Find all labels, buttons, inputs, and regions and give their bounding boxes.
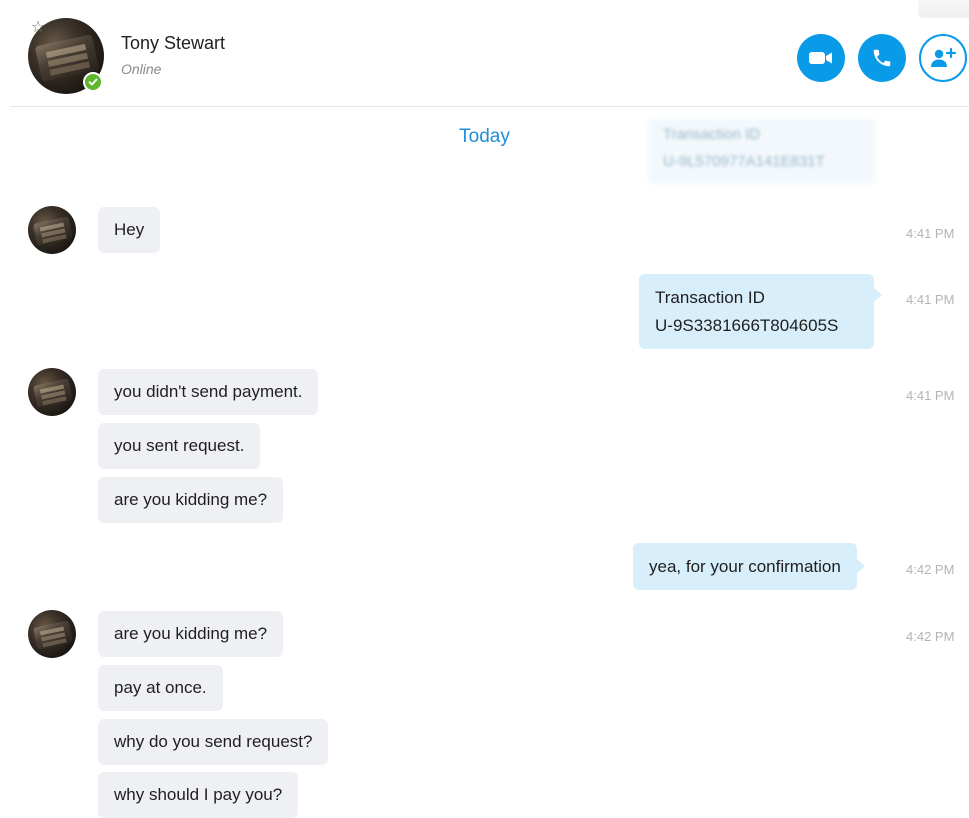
sender-avatar[interactable] [28, 610, 76, 658]
incoming-message[interactable]: why should I pay you? [98, 772, 299, 818]
ghost-text: U-9L570977A141E831T [663, 153, 825, 170]
header-divider [10, 106, 969, 107]
outgoing-message[interactable]: yea, for your confirmation [633, 543, 865, 590]
add-participant-button[interactable] [919, 34, 967, 82]
add-person-icon [931, 47, 957, 67]
window-corner [918, 0, 969, 18]
online-status-icon [83, 72, 103, 92]
sender-avatar[interactable] [28, 206, 76, 254]
video-call-button[interactable] [797, 34, 845, 82]
message-timestamp: 4:41 PM [906, 226, 955, 241]
incoming-message[interactable]: are you kidding me? [98, 611, 284, 657]
incoming-message[interactable]: are you kidding me? [98, 477, 284, 523]
phone-icon [873, 49, 891, 67]
favorite-star-icon[interactable]: ☆ [29, 18, 47, 36]
video-camera-icon [809, 52, 832, 64]
incoming-message[interactable]: pay at once. [98, 665, 223, 711]
message-text: yea, for your confirmation [649, 557, 841, 576]
date-separator-label: Today [459, 126, 510, 147]
date-separator: Today [0, 126, 969, 148]
contact-status: Online [121, 61, 162, 77]
message-line: Transaction ID [655, 288, 765, 307]
bubble-tail [856, 559, 865, 573]
audio-call-button[interactable] [858, 34, 906, 82]
conversation-header: ☆ Tony Stewart Online [0, 0, 969, 106]
message-timestamp: 4:41 PM [906, 292, 955, 307]
incoming-message[interactable]: why do you send request? [98, 719, 329, 765]
outgoing-message[interactable]: Transaction ID U-9S3381666T804605S [639, 274, 882, 349]
contact-name[interactable]: Tony Stewart [121, 33, 225, 54]
incoming-message[interactable]: you didn't send payment. [98, 369, 319, 415]
message-timestamp: 4:41 PM [906, 388, 955, 403]
sender-avatar[interactable] [28, 368, 76, 416]
message-timestamp: 4:42 PM [906, 629, 955, 644]
message-timestamp: 4:42 PM [906, 562, 955, 577]
message-line: U-9S3381666T804605S [655, 316, 839, 335]
bubble-tail [874, 288, 882, 302]
incoming-message[interactable]: Hey [98, 207, 161, 253]
incoming-message[interactable]: you sent request. [98, 423, 261, 469]
